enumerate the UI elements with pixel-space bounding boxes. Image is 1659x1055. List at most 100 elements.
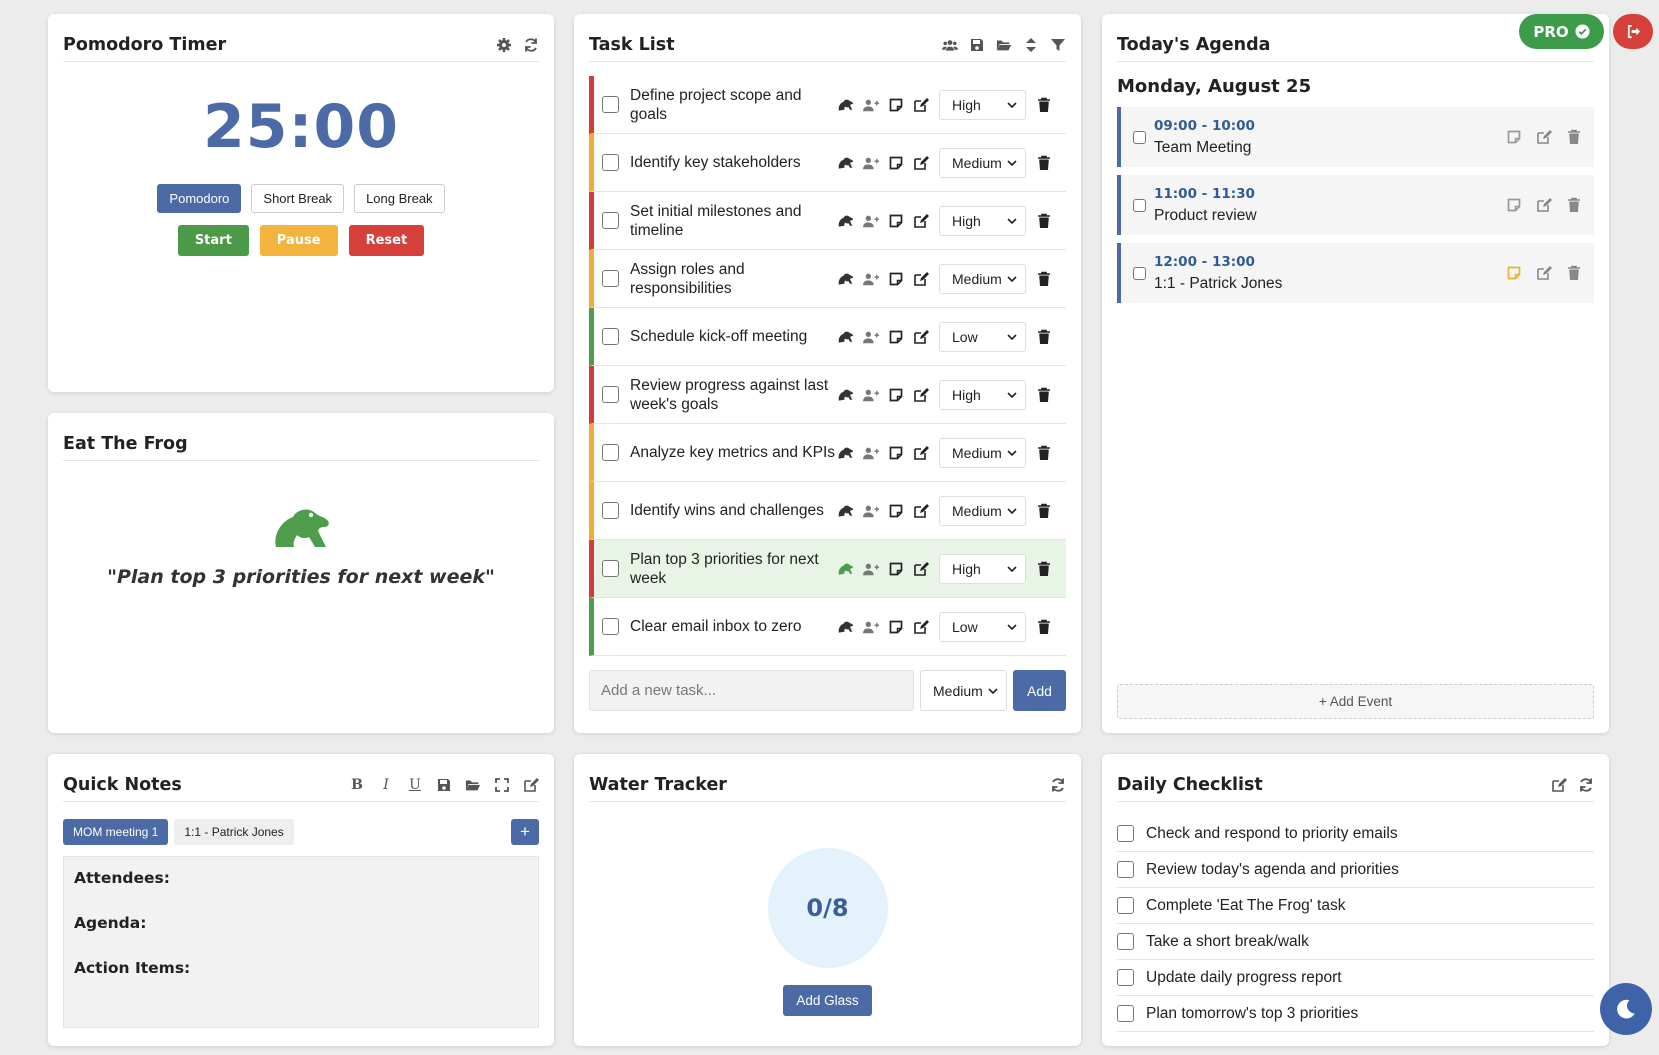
task-checkbox[interactable] [602,618,619,635]
trash-icon[interactable] [1566,265,1582,281]
edit-icon[interactable] [913,97,929,113]
dark-mode-toggle[interactable] [1600,983,1652,1035]
assign-user-icon[interactable] [863,155,879,171]
mode-button[interactable]: Short Break [251,184,345,213]
edit-icon[interactable] [1536,265,1552,281]
task-checkbox[interactable] [602,386,619,403]
trash-icon[interactable] [1036,503,1052,519]
note-tab[interactable]: 1:1 - Patrick Jones [174,819,294,845]
assign-user-icon[interactable] [863,329,879,345]
task-checkbox[interactable] [602,270,619,287]
frog-icon[interactable] [838,213,854,229]
note-icon[interactable] [888,503,904,519]
mode-button[interactable]: Long Break [354,184,445,213]
priority-select[interactable]: Medium [939,147,1026,178]
add-glass-button[interactable]: Add Glass [783,985,872,1016]
mode-button[interactable]: Pomodoro [157,184,242,213]
trash-icon[interactable] [1036,271,1052,287]
checklist-checkbox[interactable] [1117,1005,1134,1022]
trash-icon[interactable] [1566,197,1582,213]
event-checkbox[interactable] [1133,266,1146,280]
task-checkbox[interactable] [602,154,619,171]
frog-icon[interactable] [838,97,854,113]
frog-icon[interactable] [838,387,854,403]
note-icon[interactable] [888,97,904,113]
frog-icon[interactable] [838,445,854,461]
edit-icon[interactable] [523,777,539,793]
assign-user-icon[interactable] [863,213,879,229]
trash-icon[interactable] [1036,445,1052,461]
frog-icon[interactable] [838,271,854,287]
gear-icon[interactable] [496,37,512,53]
checklist-checkbox[interactable] [1117,933,1134,950]
bold-icon[interactable]: B [349,777,365,793]
trash-icon[interactable] [1036,619,1052,635]
new-task-input[interactable]: Add a new task... [589,670,914,711]
frog-icon[interactable] [838,561,854,577]
trash-icon[interactable] [1036,329,1052,345]
priority-select[interactable]: Low [939,611,1026,642]
edit-icon[interactable] [913,619,929,635]
note-icon[interactable] [888,329,904,345]
edit-icon[interactable] [913,445,929,461]
assign-user-icon[interactable] [863,271,879,287]
edit-icon[interactable] [913,155,929,171]
note-icon[interactable] [888,445,904,461]
add-event-button[interactable]: + Add Event [1117,684,1594,719]
edit-icon[interactable] [913,271,929,287]
edit-icon[interactable] [913,503,929,519]
priority-select[interactable]: Medium [939,437,1026,468]
trash-icon[interactable] [1566,129,1582,145]
note-icon[interactable] [1506,129,1522,145]
event-checkbox[interactable] [1133,130,1146,144]
edit-icon[interactable] [913,213,929,229]
edit-icon[interactable] [1536,197,1552,213]
trash-icon[interactable] [1036,213,1052,229]
save-icon[interactable] [436,777,452,793]
priority-select[interactable]: Low [939,321,1026,352]
new-task-priority-select[interactable]: Medium [920,670,1007,711]
trash-icon[interactable] [1036,561,1052,577]
trash-icon[interactable] [1036,97,1052,113]
task-checkbox[interactable] [602,212,619,229]
priority-select[interactable]: High [939,89,1026,120]
note-editor[interactable]: Attendees: Agenda: Action Items: [63,856,539,1028]
note-icon[interactable] [1506,265,1522,281]
note-icon[interactable] [888,155,904,171]
assign-user-icon[interactable] [863,445,879,461]
underline-icon[interactable]: U [407,777,423,793]
priority-select[interactable]: Medium [939,263,1026,294]
edit-icon[interactable] [913,329,929,345]
checklist-checkbox[interactable] [1117,969,1134,986]
edit-icon[interactable] [913,387,929,403]
pro-badge[interactable]: PRO [1519,14,1604,49]
priority-select[interactable]: High [939,553,1026,584]
pause-button[interactable]: Pause [259,225,338,256]
note-tab[interactable]: MOM meeting 1 [63,819,169,845]
add-note-button[interactable]: + [511,819,539,845]
task-checkbox[interactable] [602,96,619,113]
frog-icon[interactable] [838,329,854,345]
priority-select[interactable]: High [939,379,1026,410]
filter-icon[interactable] [1050,37,1066,53]
note-icon[interactable] [888,271,904,287]
sort-icon[interactable] [1023,37,1039,53]
logout-button[interactable] [1613,14,1653,49]
edit-icon[interactable] [1536,129,1552,145]
add-task-button[interactable]: Add [1013,670,1066,711]
refresh-icon[interactable] [523,37,539,53]
edit-icon[interactable] [1551,777,1567,793]
reset-button[interactable]: Reset [348,225,425,256]
italic-icon[interactable]: I [378,777,394,793]
assign-user-icon[interactable] [863,503,879,519]
folder-open-icon[interactable] [996,37,1012,53]
note-icon[interactable] [888,561,904,577]
checklist-checkbox[interactable] [1117,825,1134,842]
edit-icon[interactable] [913,561,929,577]
event-checkbox[interactable] [1133,198,1146,212]
frog-icon[interactable] [838,503,854,519]
checklist-checkbox[interactable] [1117,861,1134,878]
folder-open-icon[interactable] [465,777,481,793]
note-icon[interactable] [888,387,904,403]
expand-icon[interactable] [494,777,510,793]
